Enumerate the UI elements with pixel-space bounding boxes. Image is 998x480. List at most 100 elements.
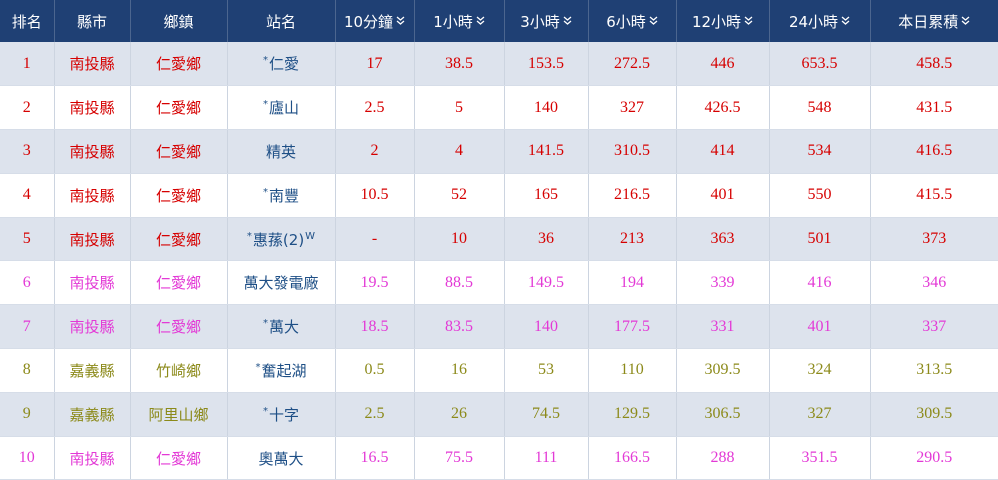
cell-township: 仁愛鄉 — [130, 217, 228, 262]
header-6hour[interactable]: 6小時 — [588, 0, 677, 42]
station-star-mark: * — [255, 361, 261, 373]
cell-6hour: 310.5 — [588, 129, 677, 174]
header-3hour[interactable]: 3小時 — [504, 0, 589, 42]
cell-station[interactable]: *奮起湖 — [227, 348, 336, 393]
cell-3hour: 140 — [504, 85, 589, 131]
header-label: 24小時 — [788, 12, 839, 31]
cell-12hour: 401 — [676, 173, 770, 218]
cell-3hour: 36 — [504, 217, 589, 262]
cell-6hour: 129.5 — [588, 392, 677, 437]
cell-6hour: 110 — [588, 348, 677, 393]
station-name[interactable]: 奧萬大 — [258, 450, 303, 468]
cell-rank: 10 — [0, 436, 55, 480]
cell-6hour: 213 — [588, 217, 677, 262]
cell-12hour: 414 — [676, 129, 770, 174]
header-10min[interactable]: 10分鐘 — [335, 0, 415, 42]
cell-3hour: 153.5 — [504, 42, 589, 87]
header-today-total[interactable]: 本日累積 — [870, 0, 998, 42]
station-name[interactable]: 奮起湖 — [261, 362, 306, 380]
double-chevron-down-icon[interactable] — [649, 16, 658, 26]
cell-rank: 8 — [0, 348, 55, 393]
cell-today-total: 290.5 — [870, 436, 998, 480]
cell-rank: 5 — [0, 217, 55, 262]
cell-12hour: 306.5 — [676, 392, 770, 437]
cell-rank: 6 — [0, 260, 55, 306]
cell-station[interactable]: 萬大發電廠 — [227, 260, 336, 306]
cell-today-total: 458.5 — [870, 42, 998, 87]
station-name[interactable]: 十字 — [269, 406, 299, 424]
header-label: 本日累積 — [898, 12, 959, 31]
header-label: 站名 — [265, 12, 296, 31]
cell-12hour: 426.5 — [676, 85, 770, 131]
table-header-row: 排名 縣市 鄉鎮 站名 10分鐘 1小時 3小時 6小時 12小時 24小時 本日累積 — [0, 0, 998, 42]
station-star-mark: * — [262, 318, 268, 330]
cell-3hour: 53 — [504, 348, 589, 393]
cell-10min: 17 — [335, 42, 415, 87]
cell-6hour: 194 — [588, 260, 677, 306]
cell-today-total: 337 — [870, 304, 998, 350]
header-label: 1小時 — [433, 12, 473, 31]
station-name[interactable]: 仁愛 — [269, 55, 299, 73]
cell-station[interactable]: *廬山 — [227, 85, 336, 131]
cell-10min: 2.5 — [335, 85, 415, 131]
double-chevron-down-icon[interactable] — [563, 16, 572, 26]
header-1hour[interactable]: 1小時 — [414, 0, 505, 42]
station-name[interactable]: 南豐 — [269, 187, 299, 205]
header-county: 縣市 — [54, 0, 131, 42]
table-row: 5 南投縣 仁愛鄉 *惠蓀(2)W -10 36 213 363 501 373 — [0, 217, 998, 262]
header-12hour[interactable]: 12小時 — [676, 0, 770, 42]
cell-6hour: 272.5 — [588, 42, 677, 87]
cell-station[interactable]: 精英 — [227, 129, 336, 174]
cell-10min: 16.5 — [335, 436, 415, 480]
cell-station[interactable]: *十字 — [227, 392, 336, 437]
header-label: 10分鐘 — [343, 12, 394, 31]
cell-24hour: 324 — [769, 348, 871, 393]
cell-township: 仁愛鄉 — [130, 129, 228, 174]
cell-county: 嘉義縣 — [54, 392, 131, 437]
cell-24hour: 416 — [769, 260, 871, 306]
station-name[interactable]: 廬山 — [269, 99, 299, 117]
cell-10min: 2.5 — [335, 392, 415, 437]
double-chevron-down-icon[interactable] — [841, 16, 850, 26]
cell-3hour: 141.5 — [504, 129, 589, 174]
cell-today-total: 415.5 — [870, 173, 998, 218]
cell-24hour: 534 — [769, 129, 871, 174]
header-township: 鄉鎮 — [130, 0, 228, 42]
cell-12hour: 331 — [676, 304, 770, 350]
cell-township: 仁愛鄉 — [130, 42, 228, 87]
cell-today-total: 313.5 — [870, 348, 998, 393]
double-chevron-down-icon[interactable] — [961, 16, 970, 26]
cell-station[interactable]: *惠蓀(2)W — [227, 217, 336, 262]
header-rank: 排名 — [0, 0, 55, 42]
cell-county: 南投縣 — [54, 436, 131, 480]
header-label: 排名 — [11, 12, 42, 31]
cell-1hour: 38.5 — [414, 42, 505, 87]
double-chevron-down-icon[interactable] — [476, 16, 485, 26]
cell-today-total: 373 — [870, 217, 998, 262]
cell-1hour: 88.5 — [414, 260, 505, 306]
station-name[interactable]: 惠蓀(2) — [253, 231, 304, 249]
station-name[interactable]: 萬大發電廠 — [243, 274, 318, 292]
station-name[interactable]: 萬大 — [269, 318, 299, 336]
cell-station[interactable]: 奧萬大 — [227, 436, 336, 480]
cell-station[interactable]: *萬大 — [227, 304, 336, 350]
cell-1hour: 26 — [414, 392, 505, 437]
cell-24hour: 327 — [769, 392, 871, 437]
header-24hour[interactable]: 24小時 — [769, 0, 871, 42]
header-label: 鄉鎮 — [163, 12, 194, 31]
station-superscript: W — [305, 230, 316, 242]
cell-today-total: 346 — [870, 260, 998, 306]
cell-10min: - — [335, 217, 415, 262]
cell-station[interactable]: *南豐 — [227, 173, 336, 218]
cell-station[interactable]: *仁愛 — [227, 42, 336, 87]
cell-6hour: 177.5 — [588, 304, 677, 350]
cell-1hour: 75.5 — [414, 436, 505, 480]
cell-3hour: 149.5 — [504, 260, 589, 306]
cell-10min: 0.5 — [335, 348, 415, 393]
station-name[interactable]: 精英 — [266, 143, 296, 161]
double-chevron-down-icon[interactable] — [744, 16, 753, 26]
table-row: 3 南投縣 仁愛鄉 精英 2 4 141.5 310.5 414 534 416.5 — [0, 129, 998, 174]
cell-rank: 9 — [0, 392, 55, 437]
table-row: 4 南投縣 仁愛鄉 *南豐 10.5 52 165 216.5 401 550 415.5 — [0, 173, 998, 218]
double-chevron-down-icon[interactable] — [396, 16, 405, 26]
